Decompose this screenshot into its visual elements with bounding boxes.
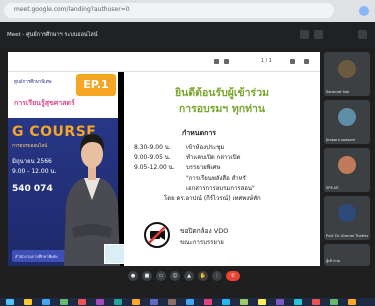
slide-toolbar: 1 / 1 bbox=[8, 52, 320, 72]
participant-tile[interactable]: SPE-NT bbox=[324, 148, 370, 192]
agenda-row: 9.00-9.05 น. ทำแคบเปิด กล่าวเปิด bbox=[134, 152, 240, 162]
browser-toolbar: meet.google.com/landing?authuser=0 bbox=[0, 0, 375, 22]
agenda-row: 8.30-9.00 น. เข้าห้องประชุม bbox=[134, 142, 224, 152]
avatar bbox=[338, 108, 356, 126]
avatar bbox=[338, 204, 356, 222]
app-icon[interactable] bbox=[222, 299, 230, 305]
address-text: meet.google.com/landing?authuser=0 bbox=[14, 6, 130, 13]
app-icon[interactable] bbox=[348, 299, 356, 305]
banner-org: ศูนย์การศึกษาพิเศษ bbox=[14, 80, 52, 85]
agenda-time: 9.00-9.05 น. bbox=[134, 154, 171, 161]
call-controls: ● ■ ▭ ☺ ▲ ✋ ⋮ ✆ bbox=[0, 268, 375, 284]
app-icon[interactable] bbox=[186, 299, 194, 305]
mic-icon[interactable]: ● bbox=[128, 271, 138, 281]
slide-content: ยินดีต้อนรับผู้เข้าร่วม การอบรมฯ ทุกท่าน… bbox=[124, 72, 320, 266]
layout-icon[interactable] bbox=[300, 30, 309, 39]
more-options-icon[interactable]: ⋮ bbox=[212, 271, 222, 281]
participant-name: Prof. Dr. Kramai Thathishirn bbox=[326, 234, 368, 238]
participant-tile[interactable]: ผู้เข้าร่วม bbox=[324, 244, 370, 266]
episode-badge: EP.1 bbox=[76, 74, 116, 96]
participant-name: SPE-NT bbox=[326, 186, 339, 190]
app-icon[interactable] bbox=[96, 299, 104, 305]
app-icon[interactable] bbox=[150, 299, 158, 305]
camera-off-notice: ขอปิดกล้อง VDO bbox=[180, 227, 229, 235]
course-subtitle: การอบรมออนไลน์ bbox=[12, 144, 48, 149]
camera-off-note: ขณะการบรรยาย bbox=[180, 239, 224, 246]
present-icon[interactable]: ▲ bbox=[184, 271, 194, 281]
pointer-icon[interactable] bbox=[224, 59, 229, 64]
participant-name: Jiraporn sodsom bbox=[326, 138, 355, 142]
course-phone: 540 074 bbox=[12, 184, 53, 194]
profile-icon[interactable] bbox=[359, 6, 369, 16]
avatar bbox=[338, 156, 356, 174]
presenter-photo bbox=[64, 134, 120, 266]
agenda-item: ทำแคบเปิด กล่าวเปิด bbox=[186, 154, 241, 161]
camera-icon[interactable]: ■ bbox=[142, 271, 152, 281]
participant-tile[interactable]: Prof. Dr. Kramai Thathishirn bbox=[324, 196, 370, 240]
app-icon[interactable] bbox=[258, 299, 266, 305]
participant-name: Saranrat Sae bbox=[326, 90, 350, 94]
end-call-button[interactable]: ✆ bbox=[226, 271, 240, 281]
participant-name: ผู้เข้าร่วม bbox=[326, 259, 341, 263]
fullscreen-icon[interactable] bbox=[314, 30, 323, 39]
slide-counter: 1 / 1 bbox=[260, 58, 272, 64]
app-icon[interactable] bbox=[204, 299, 212, 305]
participant-tile[interactable]: Jiraporn sodsom bbox=[324, 100, 370, 144]
more-icon[interactable] bbox=[358, 30, 367, 39]
agenda-item: บรรยายพิเศษ bbox=[186, 164, 221, 171]
participant-tile[interactable]: Saranrat Sae bbox=[324, 52, 370, 96]
folder-icon[interactable] bbox=[24, 299, 32, 305]
app-icon[interactable] bbox=[276, 299, 284, 305]
agenda-time: 8.30-9.00 น. bbox=[134, 144, 171, 151]
os-taskbar bbox=[0, 298, 375, 306]
welcome-heading: ยินดีต้อนรับผู้เข้าร่วม bbox=[174, 87, 270, 99]
slide-menu-icon[interactable] bbox=[304, 59, 309, 64]
browser-icon[interactable] bbox=[42, 299, 50, 305]
meeting-header: Meet - ศูนย์การศึกษาฯ ระบบออนไลน์ bbox=[0, 22, 375, 48]
agenda-note: "การเรียนพลังสือ สำหรั bbox=[186, 175, 246, 182]
app-icon[interactable] bbox=[168, 299, 176, 305]
course-date: มิถุนายน 2566 bbox=[12, 158, 52, 165]
agenda-item: เข้าห้องประชุม bbox=[186, 144, 225, 151]
agenda-row: 9.05-12.00 น. บรรยายพิเศษ bbox=[134, 162, 220, 172]
captions-icon[interactable]: ▭ bbox=[156, 271, 166, 281]
zoom-icon[interactable] bbox=[290, 59, 295, 64]
banner-footer-text: สำนักงานการศึกษาพิเศษ bbox=[15, 254, 58, 259]
app-icon[interactable] bbox=[294, 299, 302, 305]
agenda-note: เอกสารการอบรมการสอน" bbox=[186, 185, 255, 192]
app-icon[interactable] bbox=[60, 299, 68, 305]
avatar bbox=[338, 60, 356, 78]
app-icon[interactable] bbox=[78, 299, 86, 305]
welcome-subheading: การอบรมฯ ทุกท่าน bbox=[178, 103, 266, 115]
raise-hand-icon[interactable]: ✋ bbox=[198, 271, 208, 281]
agenda-title: กำหนดการ bbox=[182, 129, 217, 137]
app-icon[interactable] bbox=[132, 299, 140, 305]
app-icon[interactable] bbox=[330, 299, 338, 305]
app-icon[interactable] bbox=[240, 299, 248, 305]
reactions-icon[interactable]: ☺ bbox=[170, 271, 180, 281]
agenda-note: โดย ดร.อาปณ์ (กีร์ไวรณ์) เทศพงษ์ทัก bbox=[164, 195, 261, 202]
camera-off-icon bbox=[144, 222, 170, 248]
app-icon[interactable] bbox=[312, 299, 320, 305]
app-icon[interactable] bbox=[114, 299, 122, 305]
course-time: 9.00 - 12.00 น. bbox=[12, 168, 57, 175]
shared-screen: 1 / 1 ศูนย์การศึกษาพิเศษ การเรียนรู้สุขศ… bbox=[8, 52, 320, 266]
agenda-time: 9.05-12.00 น. bbox=[134, 164, 175, 171]
start-icon[interactable] bbox=[6, 299, 14, 305]
address-bar[interactable]: meet.google.com/landing?authuser=0 bbox=[4, 3, 334, 18]
pen-icon[interactable] bbox=[214, 59, 219, 64]
meeting-title: Meet - ศูนย์การศึกษาฯ ระบบออนไลน์ bbox=[7, 32, 98, 38]
